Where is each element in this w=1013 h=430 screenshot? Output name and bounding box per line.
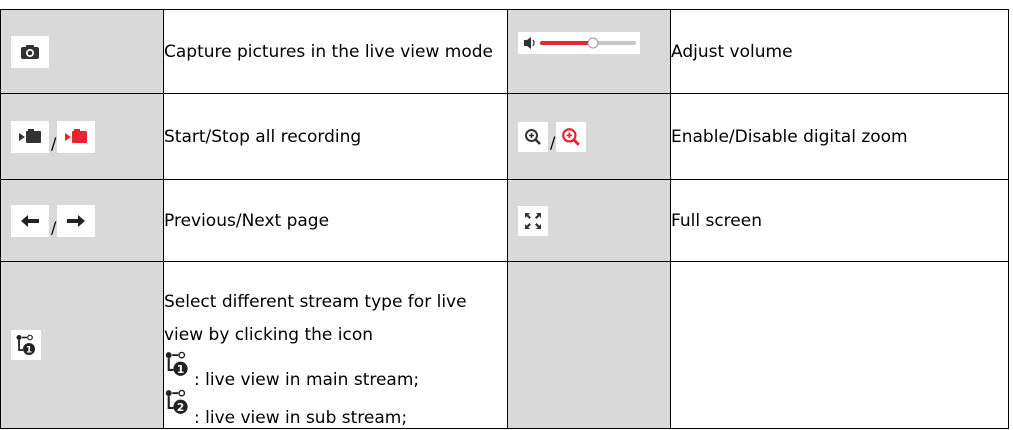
description-cell: Full screen <box>670 179 1009 262</box>
main-stream-text: : live view in main stream; <box>194 370 420 390</box>
recording-description: Start/Stop all recording <box>164 126 362 147</box>
icon-cell <box>507 179 671 262</box>
description-cell: Previous/Next page <box>163 179 508 262</box>
arrow-left-icon[interactable] <box>11 204 49 237</box>
volume-description: Adjust volume <box>671 41 793 62</box>
stream-description: Select different stream type for live vi… <box>164 292 467 345</box>
fullscreen-description: Full screen <box>671 210 762 231</box>
icon-cell <box>507 9 671 94</box>
separator: / <box>51 217 57 237</box>
table-row: 1 Select different stream type for live … <box>0 261 1009 429</box>
stream-main-icon[interactable]: 1 <box>11 330 41 360</box>
description-cell: Adjust volume <box>670 9 1009 94</box>
fullscreen-icon[interactable] <box>518 205 548 236</box>
table-row: / Previous/Next page Full screen <box>0 179 1009 262</box>
icon-cell: / <box>0 93 164 180</box>
paging-description: Previous/Next page <box>164 210 330 231</box>
camera-icon[interactable] <box>11 35 49 68</box>
description-cell-empty <box>670 261 1009 429</box>
feature-table: Capture pictures in the live view mode A… <box>0 9 1009 429</box>
zoom-description: Enable/Disable digital zoom <box>671 126 908 147</box>
zoom-in-icon[interactable] <box>518 121 548 152</box>
icon-cell: / <box>507 93 671 180</box>
icon-cell: / <box>0 179 164 262</box>
stream-main-icon: 1 <box>164 350 190 390</box>
table-row: / Start/Stop all recording / Enable/Disa… <box>0 93 1009 180</box>
stream-sub-line: 2 : live view in sub stream; <box>164 388 507 428</box>
arrow-right-icon[interactable] <box>57 204 96 237</box>
description-cell: Start/Stop all recording <box>163 93 508 180</box>
icon-cell: 1 <box>0 261 164 429</box>
record-icon[interactable] <box>11 120 49 153</box>
icon-cell-empty <box>507 261 671 429</box>
volume-slider-icon[interactable] <box>518 32 640 54</box>
svg-text:2: 2 <box>177 401 184 414</box>
svg-text:1: 1 <box>177 363 184 376</box>
record-active-icon[interactable] <box>57 120 96 153</box>
description-cell: Select different stream type for live vi… <box>163 261 508 429</box>
stream-sub-icon: 2 <box>164 388 190 428</box>
sub-stream-text: : live view in sub stream; <box>194 408 408 428</box>
description-cell: Enable/Disable digital zoom <box>670 93 1009 180</box>
stream-main-line: 1 : live view in main stream; <box>164 350 507 390</box>
icon-cell <box>0 9 164 94</box>
capture-description: Capture pictures in the live view mode <box>164 41 493 62</box>
svg-text:1: 1 <box>26 346 32 356</box>
description-cell: Capture pictures in the live view mode <box>163 9 508 94</box>
separator: / <box>550 132 556 152</box>
table-row: Capture pictures in the live view mode A… <box>0 9 1009 94</box>
zoom-in-active-icon[interactable] <box>556 121 587 152</box>
separator: / <box>51 133 57 153</box>
